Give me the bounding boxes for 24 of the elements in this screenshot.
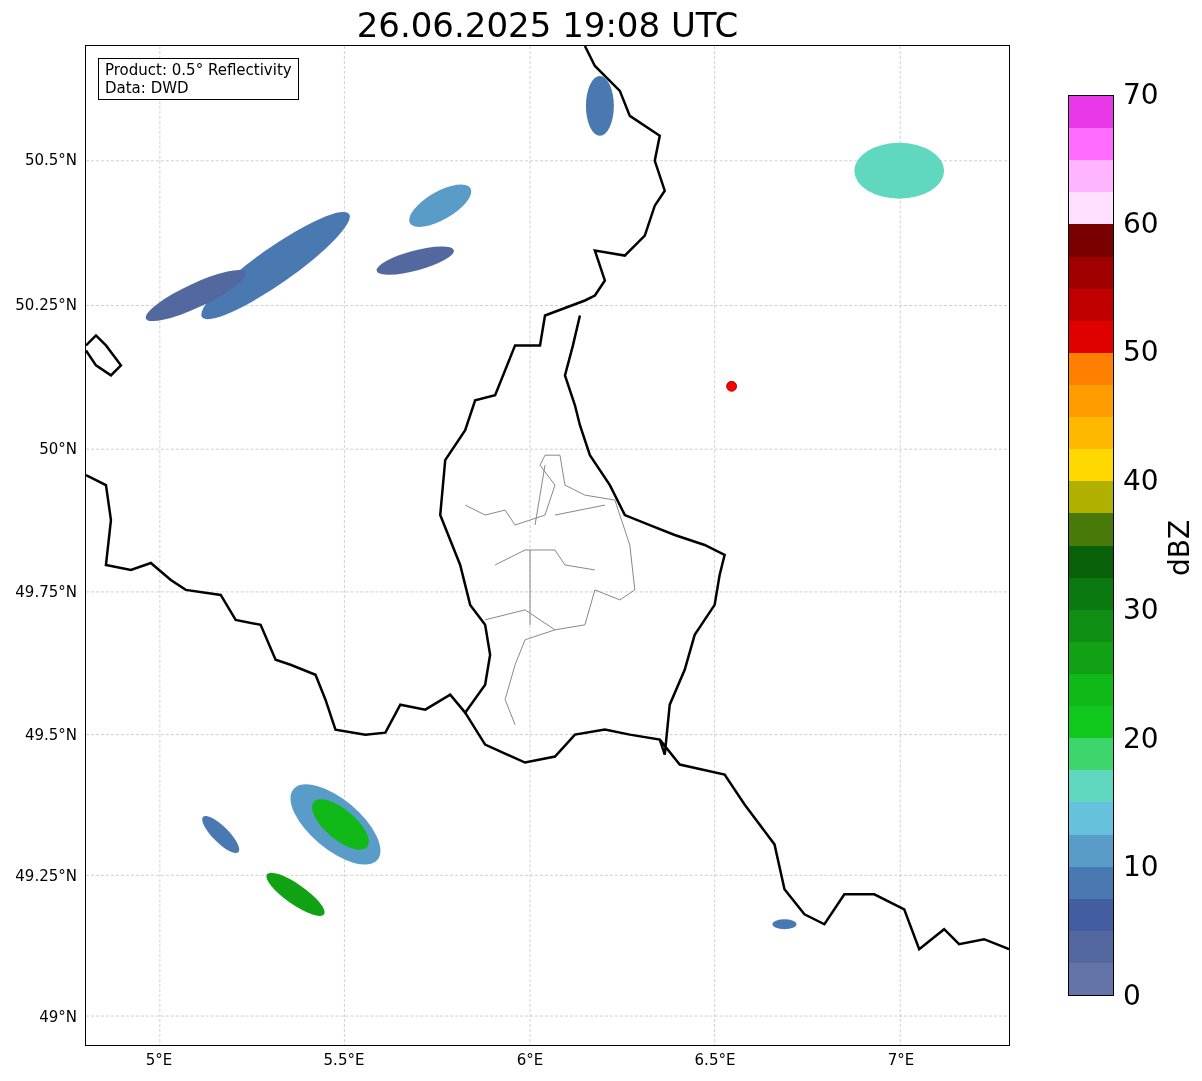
axis-tick-label: 6.5°E [693,1051,737,1069]
colorbar-tick-label: 30 [1123,593,1159,626]
axis-tick-label: 50.25°N [15,296,77,314]
chart-title: 26.06.2025 19:08 UTC [355,4,740,46]
legend-text: Product: 0.5° Reflectivity [105,61,292,79]
axis-tick-label: 5°E [144,1051,174,1069]
axis-tick-label: 49.5°N [24,726,77,744]
axis-tick-label: 6°E [515,1051,545,1069]
legend-text: Data: DWD [105,79,190,97]
colorbar-tick-label: 70 [1123,79,1159,111]
axis-tick-label: 50.5°N [24,151,77,169]
colorbar-tick-label: 10 [1123,851,1159,884]
colorbar-tick-label: 50 [1123,336,1159,369]
axis-tick-label: 49°N [39,1008,77,1026]
axis-tick-label: 7°E [886,1051,916,1069]
axis-tick-label: 5.5°E [322,1051,366,1069]
colorbar-tick-label: 60 [1123,207,1159,240]
axis-tick-label: 49.25°N [15,867,77,885]
colorbar-tick-label: 20 [1123,722,1159,755]
colorbar-tick-label: 40 [1123,465,1159,498]
axis-tick-label: 50°N [39,440,77,458]
axis-tick-label: 49.75°N [15,583,77,601]
colorbar-tick-label: 0 [1123,980,1141,1012]
colorbar-label: dBZ [1162,518,1197,579]
